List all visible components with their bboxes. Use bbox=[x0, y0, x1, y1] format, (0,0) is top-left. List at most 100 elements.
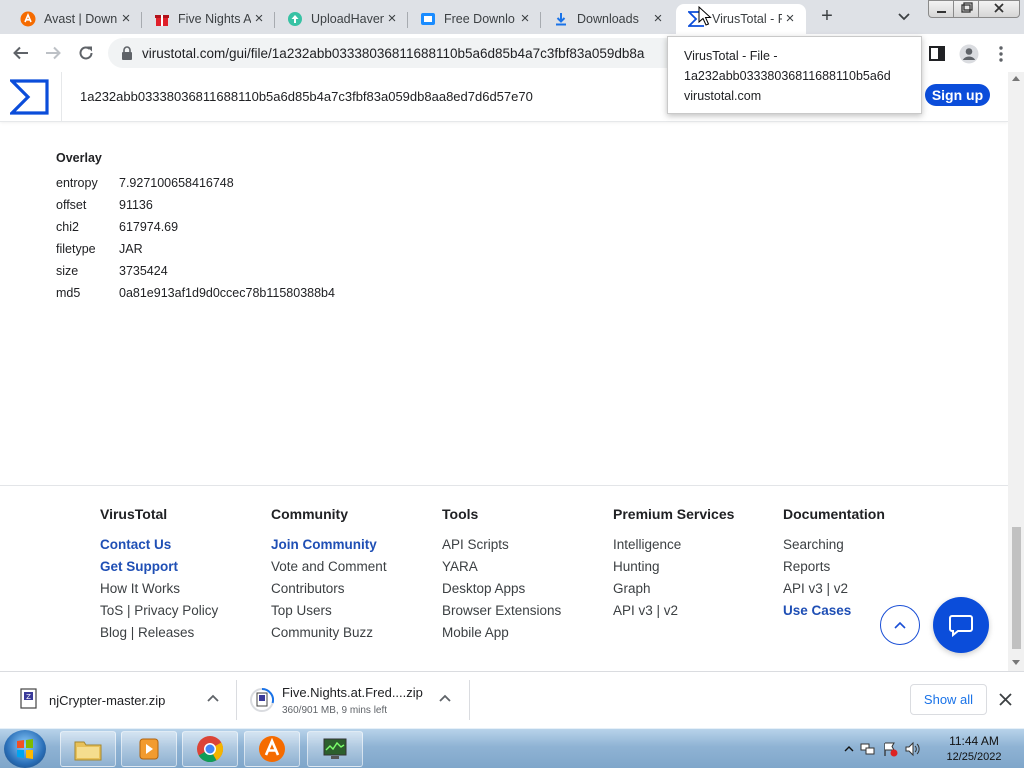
footer-link-premium-api[interactable]: API v3 | v2 bbox=[613, 603, 734, 625]
tab-downloads[interactable]: Downloads × bbox=[541, 4, 674, 34]
footer-link-searching[interactable]: Searching bbox=[783, 537, 885, 559]
overlay-key: offset bbox=[56, 198, 87, 212]
footer-link-yara[interactable]: YARA bbox=[442, 559, 561, 581]
avast-taskbar-button[interactable] bbox=[244, 731, 300, 767]
avast-icon bbox=[259, 736, 285, 762]
tab-uploadhaven[interactable]: UploadHaven × bbox=[275, 4, 408, 34]
close-icon[interactable] bbox=[996, 690, 1016, 710]
download-arrow-icon bbox=[553, 11, 569, 27]
overlay-value: 617974.69 bbox=[119, 220, 179, 234]
more-menu-icon[interactable] bbox=[993, 44, 1013, 64]
lock-icon[interactable] bbox=[120, 46, 134, 60]
footer-link-api-scripts[interactable]: API Scripts bbox=[442, 537, 561, 559]
chevron-up-icon bbox=[894, 621, 906, 629]
chevron-up-icon[interactable] bbox=[206, 692, 220, 706]
overlay-key: entropy bbox=[56, 176, 98, 190]
clock-time: 11:44 AM bbox=[949, 734, 999, 748]
forward-arrow-icon[interactable] bbox=[41, 41, 65, 65]
close-icon[interactable]: × bbox=[384, 11, 400, 27]
side-panel-icon[interactable] bbox=[928, 44, 948, 64]
task-manager-taskbar-button[interactable] bbox=[307, 731, 363, 767]
file-hash-search[interactable]: 1a232abb03338036811688110b5a6d85b4a7c3fb… bbox=[80, 89, 533, 104]
footer-link-vote-comment[interactable]: Vote and Comment bbox=[271, 559, 387, 581]
header-divider bbox=[61, 72, 62, 122]
zip-file-icon: Z bbox=[18, 688, 40, 710]
gift-icon bbox=[154, 11, 170, 27]
overlay-value: JAR bbox=[119, 242, 143, 256]
overlay-key: chi2 bbox=[56, 220, 79, 234]
footer-link-contributors[interactable]: Contributors bbox=[271, 581, 387, 603]
footer-link-get-support[interactable]: Get Support bbox=[100, 559, 218, 581]
footer-link-tos-privacy[interactable]: ToS | Privacy Policy bbox=[100, 603, 218, 625]
footer-link-mobile-app[interactable]: Mobile App bbox=[442, 625, 561, 647]
tray-expand-icon[interactable] bbox=[844, 744, 854, 754]
clock-date: 12/25/2022 bbox=[946, 751, 1002, 763]
tab-strip: Avast | Down × Five Nights A × UploadHav… bbox=[0, 0, 1024, 34]
chat-button[interactable] bbox=[933, 597, 989, 653]
footer-link-use-cases[interactable]: Use Cases bbox=[783, 603, 885, 625]
close-icon[interactable]: × bbox=[650, 11, 666, 27]
show-all-downloads-button[interactable]: Show all bbox=[910, 684, 987, 715]
footer-column-tools: Tools API Scripts YARA Desktop Apps Brow… bbox=[442, 506, 561, 647]
footer-link-join-community[interactable]: Join Community bbox=[271, 537, 387, 559]
overlay-value: 7.927100658416748 bbox=[119, 176, 234, 190]
close-icon[interactable]: × bbox=[517, 11, 533, 27]
footer-link-community-buzz[interactable]: Community Buzz bbox=[271, 625, 387, 647]
overlay-key: md5 bbox=[56, 286, 81, 300]
close-icon[interactable]: × bbox=[118, 11, 134, 27]
minimize-button[interactable] bbox=[928, 0, 954, 18]
profile-avatar-icon[interactable] bbox=[959, 44, 979, 64]
footer-link-intelligence[interactable]: Intelligence bbox=[613, 537, 734, 559]
svg-text:Z: Z bbox=[26, 693, 31, 701]
footer-link-docs-api[interactable]: API v3 | v2 bbox=[783, 581, 885, 603]
tab-title: VirusTotal - F bbox=[712, 12, 782, 26]
download-item[interactable]: Five.Nights.at.Fred....zip 360/901 MB, 9… bbox=[237, 678, 469, 724]
network-icon[interactable] bbox=[860, 741, 876, 757]
footer-link-top-users[interactable]: Top Users bbox=[271, 603, 387, 625]
tab-title: Downloads bbox=[577, 12, 639, 26]
footer-link-hunting[interactable]: Hunting bbox=[613, 559, 734, 581]
tab-title: Five Nights A bbox=[178, 12, 251, 26]
virustotal-logo-icon[interactable] bbox=[8, 79, 50, 115]
explorer-taskbar-button[interactable] bbox=[60, 731, 116, 767]
chevron-up-icon[interactable] bbox=[438, 692, 452, 706]
close-icon[interactable]: × bbox=[251, 11, 267, 27]
overlay-key: size bbox=[56, 264, 79, 278]
sign-up-button[interactable]: Sign up bbox=[925, 84, 990, 106]
page-scrollbar[interactable] bbox=[1008, 72, 1024, 671]
footer-link-contact-us[interactable]: Contact Us bbox=[100, 537, 218, 559]
footer-column-documentation: Documentation Searching Reports API v3 |… bbox=[783, 506, 885, 625]
chrome-taskbar-button[interactable] bbox=[182, 731, 238, 767]
scroll-down-arrow-icon[interactable] bbox=[1012, 660, 1020, 665]
footer-link-reports[interactable]: Reports bbox=[783, 559, 885, 581]
restore-button[interactable] bbox=[953, 0, 979, 18]
tab-avast[interactable]: Avast | Down × bbox=[8, 4, 142, 34]
back-arrow-icon[interactable] bbox=[9, 41, 33, 65]
tab-free-download[interactable]: Free Downlo × bbox=[408, 4, 541, 34]
footer-heading: Tools bbox=[442, 506, 479, 522]
close-icon[interactable]: × bbox=[782, 11, 798, 27]
reload-icon[interactable] bbox=[74, 41, 98, 65]
footer-link-desktop-apps[interactable]: Desktop Apps bbox=[442, 581, 561, 603]
scroll-to-top-button[interactable] bbox=[880, 605, 920, 645]
taskbar-clock[interactable]: 11:44 AM 12/25/2022 bbox=[934, 733, 1014, 765]
download-item[interactable]: Z njCrypter-master.zip bbox=[0, 678, 236, 724]
footer-link-browser-extensions[interactable]: Browser Extensions bbox=[442, 603, 561, 625]
download-site-icon bbox=[420, 11, 436, 27]
scroll-up-arrow-icon[interactable] bbox=[1012, 76, 1020, 81]
new-tab-button[interactable]: + bbox=[816, 6, 838, 28]
tab-search-icon[interactable] bbox=[894, 8, 914, 26]
tab-virustotal[interactable]: VirusTotal - F × bbox=[676, 4, 806, 34]
media-player-taskbar-button[interactable] bbox=[121, 731, 177, 767]
overlay-key: filetype bbox=[56, 242, 96, 256]
scrollbar-thumb[interactable] bbox=[1012, 527, 1021, 649]
tab-five-nights[interactable]: Five Nights A × bbox=[142, 4, 275, 34]
window-close-button[interactable] bbox=[978, 0, 1020, 18]
start-button[interactable] bbox=[4, 730, 46, 768]
footer-link-graph[interactable]: Graph bbox=[613, 581, 734, 603]
zip-file-progress-icon bbox=[250, 687, 275, 712]
footer-link-how-it-works[interactable]: How It Works bbox=[100, 581, 218, 603]
action-center-flag-icon[interactable] bbox=[882, 741, 898, 757]
volume-icon[interactable] bbox=[904, 741, 922, 757]
footer-link-blog-releases[interactable]: Blog | Releases bbox=[100, 625, 218, 647]
